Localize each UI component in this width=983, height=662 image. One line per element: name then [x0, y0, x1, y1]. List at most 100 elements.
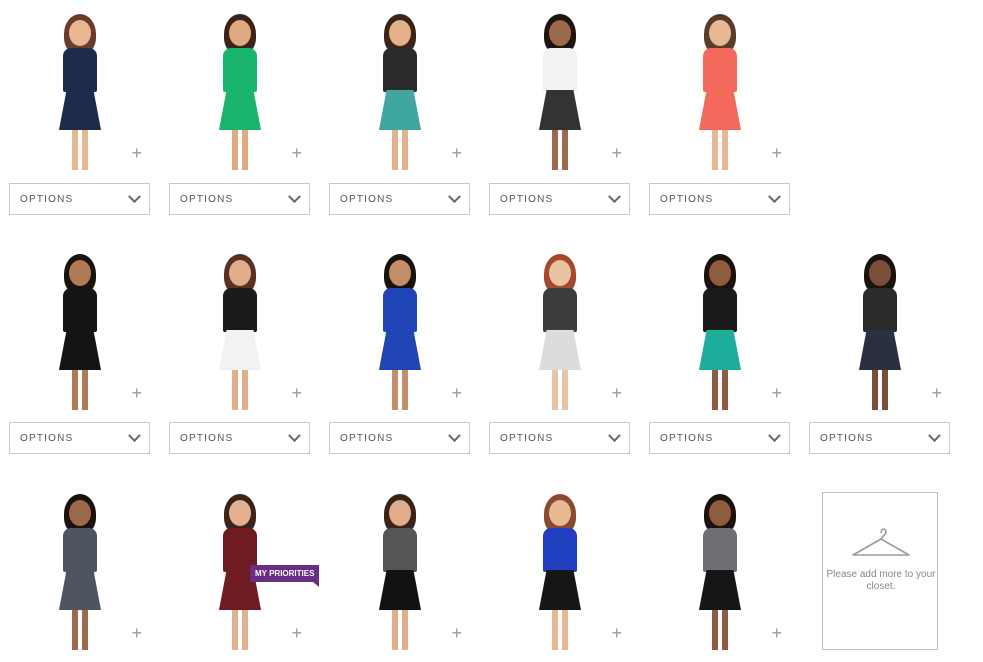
- product-card[interactable]: +: [320, 252, 480, 412]
- garment-bottom: [219, 330, 261, 370]
- model-figure: [50, 14, 110, 172]
- plus-icon[interactable]: +: [451, 144, 462, 162]
- model-figure: [370, 254, 430, 412]
- garment-top: [383, 48, 417, 92]
- model-figure: [850, 254, 910, 412]
- garment-top: [63, 48, 97, 92]
- garment-bottom: [379, 330, 421, 370]
- chevron-down-icon: [768, 189, 781, 203]
- product-card[interactable]: +: [0, 492, 160, 652]
- model-head: [69, 500, 91, 526]
- chevron-down-icon: [288, 189, 301, 203]
- plus-icon[interactable]: +: [291, 144, 302, 162]
- garment-bottom: [219, 90, 261, 130]
- plus-icon[interactable]: +: [291, 624, 302, 642]
- model-head: [389, 20, 411, 46]
- product-card[interactable]: +: [640, 492, 800, 652]
- options-dropdown[interactable]: OPTIONS: [329, 422, 470, 454]
- options-dropdown[interactable]: OPTIONS: [169, 422, 310, 454]
- options-dropdown[interactable]: OPTIONS: [329, 183, 470, 215]
- garment-top: [543, 288, 577, 332]
- garment-top: [543, 48, 577, 92]
- hanger-icon: [852, 528, 910, 556]
- model-head: [709, 500, 731, 526]
- garment-top: [703, 528, 737, 572]
- options-label: OPTIONS: [20, 193, 74, 205]
- garment-top: [543, 528, 577, 572]
- model-figure: [50, 254, 110, 412]
- model-leg: [82, 370, 88, 410]
- model-head: [709, 260, 731, 286]
- options-dropdown[interactable]: OPTIONS: [649, 422, 790, 454]
- product-card[interactable]: +: [0, 252, 160, 412]
- model-leg: [712, 130, 718, 170]
- model-figure: [210, 254, 270, 412]
- product-card[interactable]: +: [0, 12, 160, 172]
- my-priorities-badge: MY PRIORITIES: [250, 565, 320, 587]
- model-leg: [872, 370, 878, 410]
- garment-bottom: [59, 570, 101, 610]
- garment-top: [383, 288, 417, 332]
- model-leg: [242, 370, 248, 410]
- options-label: OPTIONS: [660, 432, 714, 444]
- empty-closet-card: Please add more to your closet.: [822, 492, 938, 650]
- model-leg: [242, 610, 248, 650]
- plus-icon[interactable]: +: [771, 624, 782, 642]
- model-head: [709, 20, 731, 46]
- product-card[interactable]: +: [640, 12, 800, 172]
- model-leg: [402, 370, 408, 410]
- plus-icon[interactable]: +: [611, 384, 622, 402]
- product-card[interactable]: +: [800, 252, 960, 412]
- plus-icon[interactable]: +: [131, 384, 142, 402]
- options-dropdown[interactable]: OPTIONS: [649, 183, 790, 215]
- options-dropdown[interactable]: OPTIONS: [9, 183, 150, 215]
- product-card[interactable]: +: [480, 252, 640, 412]
- model-leg: [402, 610, 408, 650]
- plus-icon[interactable]: +: [771, 144, 782, 162]
- plus-icon[interactable]: +: [451, 624, 462, 642]
- product-card[interactable]: +: [640, 252, 800, 412]
- options-dropdown[interactable]: OPTIONS: [489, 422, 630, 454]
- model-figure: [50, 494, 110, 652]
- plus-icon[interactable]: +: [131, 144, 142, 162]
- model-leg: [712, 610, 718, 650]
- product-card[interactable]: +: [160, 252, 320, 412]
- model-leg: [552, 370, 558, 410]
- options-dropdown[interactable]: OPTIONS: [489, 183, 630, 215]
- options-label: OPTIONS: [500, 193, 554, 205]
- plus-icon[interactable]: +: [611, 624, 622, 642]
- product-card[interactable]: +: [320, 492, 480, 652]
- options-dropdown[interactable]: OPTIONS: [169, 183, 310, 215]
- options-label: OPTIONS: [500, 432, 554, 444]
- product-card[interactable]: +: [480, 12, 640, 172]
- model-head: [229, 260, 251, 286]
- model-leg: [552, 130, 558, 170]
- options-dropdown[interactable]: OPTIONS: [9, 422, 150, 454]
- model-figure: [690, 14, 750, 172]
- chevron-down-icon: [448, 189, 461, 203]
- garment-bottom: [379, 570, 421, 610]
- product-card[interactable]: +: [320, 12, 480, 172]
- model-head: [549, 500, 571, 526]
- closet-message: Please add more to your closet.: [826, 569, 936, 592]
- product-card[interactable]: +: [160, 12, 320, 172]
- options-dropdown[interactable]: OPTIONS: [809, 422, 950, 454]
- model-leg: [392, 610, 398, 650]
- product-card[interactable]: +: [480, 492, 640, 652]
- plus-icon[interactable]: +: [611, 144, 622, 162]
- model-figure: [690, 494, 750, 652]
- options-label: OPTIONS: [20, 432, 74, 444]
- garment-bottom: [859, 330, 901, 370]
- plus-icon[interactable]: +: [931, 384, 942, 402]
- plus-icon[interactable]: +: [451, 384, 462, 402]
- plus-icon[interactable]: +: [131, 624, 142, 642]
- garment-top: [63, 288, 97, 332]
- garment-bottom: [699, 330, 741, 370]
- plus-icon[interactable]: +: [291, 384, 302, 402]
- model-head: [389, 500, 411, 526]
- plus-icon[interactable]: +: [771, 384, 782, 402]
- model-head: [229, 500, 251, 526]
- options-label: OPTIONS: [180, 432, 234, 444]
- garment-top: [223, 48, 257, 92]
- garment-bottom: [539, 570, 581, 610]
